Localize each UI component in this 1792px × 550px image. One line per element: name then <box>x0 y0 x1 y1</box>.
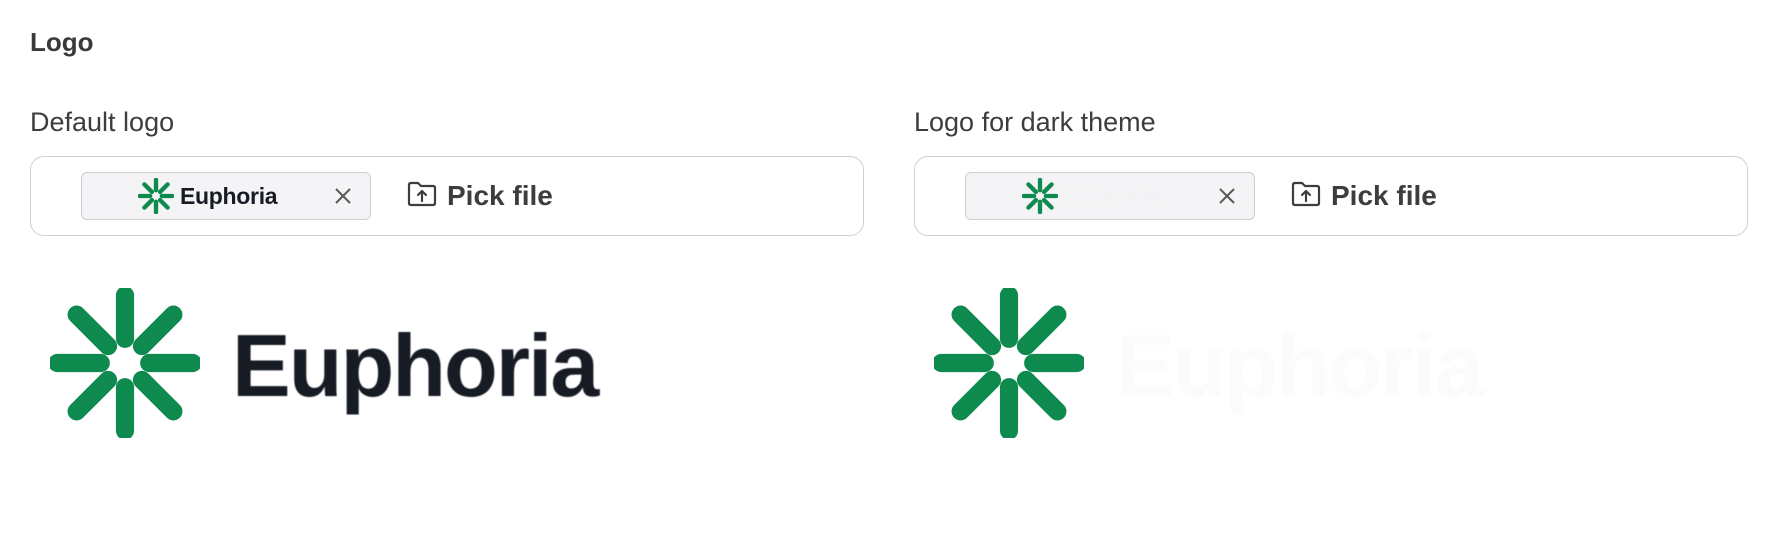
close-icon[interactable] <box>1214 173 1240 219</box>
dark-logo-field: Logo for dark theme Euphoria Pick file <box>914 104 1748 236</box>
default-logo-pick-file-button[interactable]: Pick file <box>407 180 553 212</box>
dark-logo-preview: Euphoria <box>934 288 1483 443</box>
dark-logo-preview-name: Euphoria <box>1116 315 1483 415</box>
default-logo-file-chip: Euphoria <box>81 172 371 220</box>
euphoria-logo-icon <box>1022 178 1058 214</box>
default-logo-field: Default logo Euphoria Pick file <box>30 104 864 236</box>
default-logo-file-name: Euphoria <box>180 182 278 209</box>
euphoria-logo-icon <box>934 288 1084 443</box>
folder-upload-icon <box>1291 181 1321 212</box>
dark-logo-label: Logo for dark theme <box>914 107 1156 137</box>
close-icon[interactable] <box>330 173 356 219</box>
pick-file-label: Pick file <box>1331 180 1437 211</box>
default-logo-file-picker: Euphoria Pick file <box>30 156 864 236</box>
dark-logo-file-picker: Euphoria Pick file <box>914 156 1748 236</box>
dark-logo-pick-file-button[interactable]: Pick file <box>1291 180 1437 212</box>
folder-upload-icon <box>407 181 437 212</box>
default-logo-preview: Euphoria <box>50 288 599 443</box>
euphoria-logo-icon <box>50 288 200 443</box>
dark-logo-file-name: Euphoria <box>1064 182 1162 209</box>
euphoria-logo-icon <box>138 178 174 214</box>
section-title: Logo <box>30 27 94 57</box>
default-logo-label: Default logo <box>30 107 175 137</box>
pick-file-label: Pick file <box>447 180 553 211</box>
dark-logo-file-chip: Euphoria <box>965 172 1255 220</box>
default-logo-preview-name: Euphoria <box>232 315 599 415</box>
